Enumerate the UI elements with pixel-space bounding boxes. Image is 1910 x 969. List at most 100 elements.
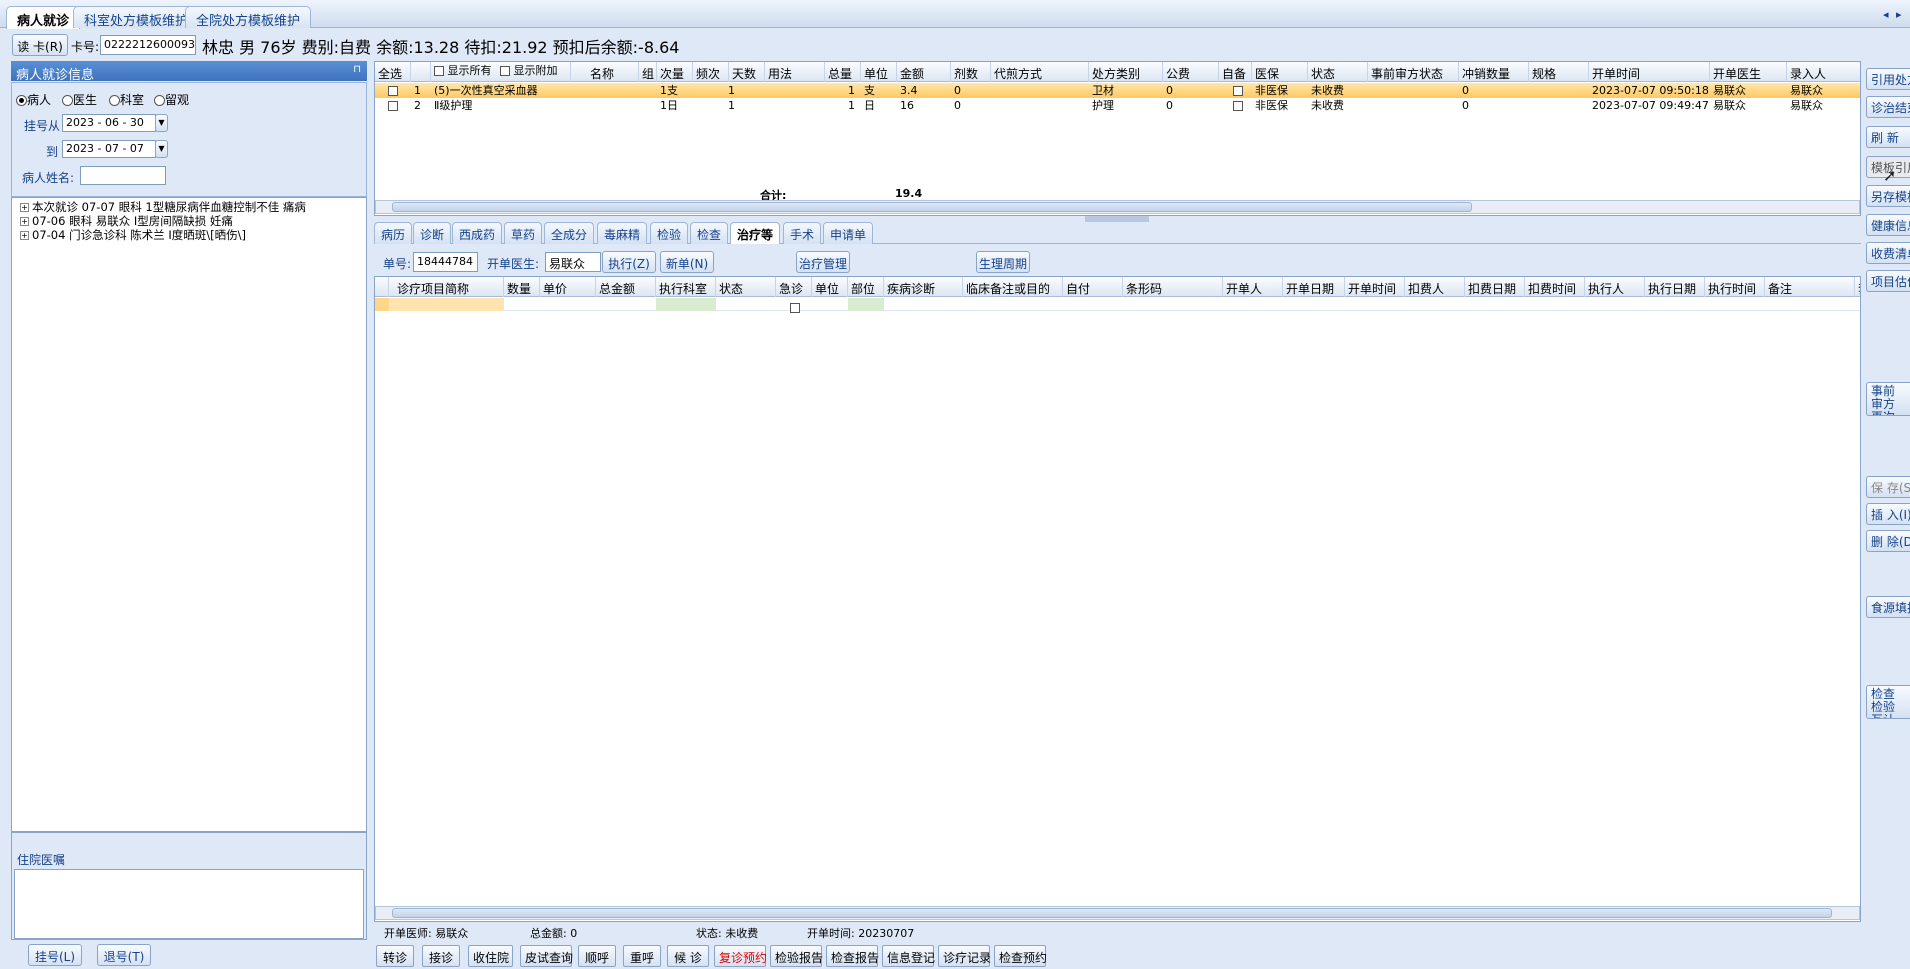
tab-patient-visit[interactable]: 病人就诊 <box>6 6 81 29</box>
scroll-thumb[interactable] <box>392 908 1832 918</box>
col-decoction[interactable]: 代煎方式 <box>991 62 1089 82</box>
expand-icon[interactable]: + <box>20 231 29 240</box>
tab-diagnosis[interactable]: 诊断 <box>413 222 452 244</box>
pre-audit-confirm-button[interactable]: 事前审方再次确认 <box>1866 382 1910 416</box>
new-order-button[interactable]: 新单(N) <box>660 251 714 273</box>
register-button[interactable]: 挂号(L) <box>28 944 82 966</box>
treatment-mgmt-button[interactable]: 治疗管理 <box>796 251 850 273</box>
item-input-cell[interactable] <box>389 298 504 311</box>
col-charge-time[interactable]: 扣费时间 <box>1525 277 1585 297</box>
tab-surgery[interactable]: 手术 <box>783 222 822 244</box>
unregister-button[interactable]: 退号(T) <box>97 944 151 966</box>
urgent-checkbox[interactable] <box>787 300 803 315</box>
col-t-status[interactable]: 状态 <box>716 277 776 297</box>
referral-button[interactable]: 转诊 <box>376 945 414 967</box>
treatment-scrollbar[interactable] <box>375 906 1860 920</box>
col-t-unit[interactable]: 单位 <box>812 277 848 297</box>
accept-button[interactable]: 接诊 <box>422 945 460 967</box>
save-button[interactable]: 保 存(S) <box>1866 476 1910 498</box>
revisit-appointment-button[interactable]: 复诊预约 <box>714 945 767 967</box>
col-disease[interactable]: 疾病诊断 <box>884 277 963 297</box>
col-insurance[interactable]: 医保 <box>1252 62 1308 82</box>
col-qty[interactable]: 数量 <box>504 277 540 297</box>
reg-to-dropdown-icon[interactable]: ▼ <box>155 140 168 158</box>
col-self-pay[interactable]: 自付 <box>1063 277 1123 297</box>
waiting-button[interactable]: 候 诊 <box>667 945 709 967</box>
tab-western-medicine[interactable]: 西成药 <box>452 222 503 244</box>
col-group[interactable]: 组 <box>639 62 657 82</box>
delete-button[interactable]: 删 除(D) <box>1866 530 1910 552</box>
fee-list-button[interactable]: 收费清单 <box>1866 242 1910 264</box>
col-urgent[interactable]: 急诊 <box>776 277 812 297</box>
radio-department[interactable]: 科室 <box>109 91 144 108</box>
col-doses[interactable]: 剂数 <box>951 62 991 82</box>
col-audit-status[interactable]: 事前审方状态 <box>1368 62 1459 82</box>
patient-name-input[interactable] <box>80 166 166 185</box>
row-self-checkbox[interactable] <box>1230 83 1246 98</box>
execute-button[interactable]: 执行(Z) <box>602 251 656 273</box>
recall-button[interactable]: 重呼 <box>623 945 661 967</box>
splitter-handle[interactable] <box>1085 216 1149 222</box>
inpatient-orders-text[interactable] <box>14 869 364 939</box>
col-total[interactable]: 总量 <box>825 62 861 82</box>
read-card-button[interactable]: 读 卡(R) <box>12 34 68 56</box>
reg-from-date[interactable]: 2023 - 06 - 30 <box>62 114 156 132</box>
row-checkbox[interactable] <box>385 83 401 98</box>
col-public[interactable]: 公费 <box>1163 62 1219 82</box>
tree-visit-0704[interactable]: +07-04 门诊急诊科 陈术兰 Ⅰ度晒斑\[晒伤\] <box>20 227 246 243</box>
refresh-button[interactable]: 刷 新 <box>1866 126 1910 148</box>
col-site[interactable]: 部位 <box>848 277 884 297</box>
reg-to-date[interactable]: 2023 - 07 - 07 <box>62 140 156 158</box>
col-clinical-note[interactable]: 临床备注或目的 <box>963 277 1063 297</box>
food-source-report-button[interactable]: 食源填报 <box>1866 596 1910 618</box>
tab-medical-record[interactable]: 病历 <box>374 222 413 244</box>
tab-request[interactable]: 申请单 <box>823 222 874 244</box>
exam-appointment-button[interactable]: 检查预约 <box>994 945 1047 967</box>
col-executor[interactable]: 执行人 <box>1585 277 1645 297</box>
health-info-button[interactable]: 健康信息 <box>1866 214 1910 236</box>
col-doctor[interactable]: 开单医生 <box>1710 62 1787 82</box>
show-extra-toggle[interactable]: 显示附加 <box>500 62 558 78</box>
row-checkbox[interactable] <box>385 98 401 113</box>
radio-patient[interactable]: 病人 <box>16 91 51 108</box>
col-exec-date[interactable]: 执行日期 <box>1645 277 1705 297</box>
expand-icon[interactable]: + <box>20 217 29 226</box>
expand-icon[interactable]: + <box>20 203 29 212</box>
table-row[interactable]: 2 Ⅱ级护理 1日 1 1 日 16 0 护理 0 非医保 未收费 0 2023… <box>375 98 1860 113</box>
col-amount[interactable]: 金额 <box>897 62 951 82</box>
table-row[interactable]: 1 (5)一次性真空采血器 1支 1 1 支 3.4 0 卫材 0 非医保 未收… <box>375 83 1860 98</box>
col-unit[interactable]: 单位 <box>861 62 897 82</box>
col-barcode[interactable]: 条形码 <box>1123 277 1223 297</box>
col-frequency[interactable]: 频次 <box>693 62 729 82</box>
physio-cycle-button[interactable]: 生理周期 <box>976 251 1030 273</box>
col-name[interactable]: 名称 <box>587 62 639 82</box>
col-price[interactable]: 单价 <box>540 277 596 297</box>
tab-dept-template[interactable]: 科室处方模板维护 <box>73 6 200 29</box>
col-exec-time[interactable]: 执行时间 <box>1705 277 1765 297</box>
col-entry[interactable]: 录入人 <box>1787 62 1860 82</box>
prescription-scrollbar[interactable] <box>375 200 1860 214</box>
mutual-recognition-button[interactable]: 检查检验互认查询 <box>1866 685 1910 719</box>
tab-narcotic[interactable]: 毒麻精 <box>597 222 648 244</box>
insert-button[interactable]: 插 入(I) <box>1866 503 1910 525</box>
exam-report-button[interactable]: 检查报告 <box>826 945 879 967</box>
card-number-field[interactable]: 022221260009364 <box>100 35 196 55</box>
tab-herbal[interactable]: 草药 <box>504 222 543 244</box>
admit-button[interactable]: 收住院 <box>468 945 513 967</box>
call-next-button[interactable]: 顺呼 <box>578 945 616 967</box>
col-cancel-qty[interactable]: 冲销数量 <box>1459 62 1529 82</box>
treatment-edit-row[interactable] <box>375 298 1860 313</box>
site-cell[interactable] <box>848 298 884 311</box>
col-order-clock[interactable]: 开单时间 <box>1345 277 1405 297</box>
skin-test-button[interactable]: 皮试查询 <box>520 945 573 967</box>
col-orderer[interactable]: 开单人 <box>1223 277 1283 297</box>
col-status[interactable]: 状态 <box>1308 62 1368 82</box>
scroll-thumb[interactable] <box>392 202 1472 212</box>
order-no-field[interactable]: 18444784 <box>413 252 478 272</box>
col-usage[interactable]: 用法 <box>765 62 825 82</box>
item-estimate-button[interactable]: 项目估价 <box>1866 270 1910 292</box>
tab-scroll-right-icon[interactable]: ▸ <box>1896 8 1902 21</box>
exec-dept-cell[interactable] <box>656 298 716 311</box>
col-days[interactable]: 天数 <box>729 62 765 82</box>
col-self[interactable]: 自备 <box>1219 62 1252 82</box>
